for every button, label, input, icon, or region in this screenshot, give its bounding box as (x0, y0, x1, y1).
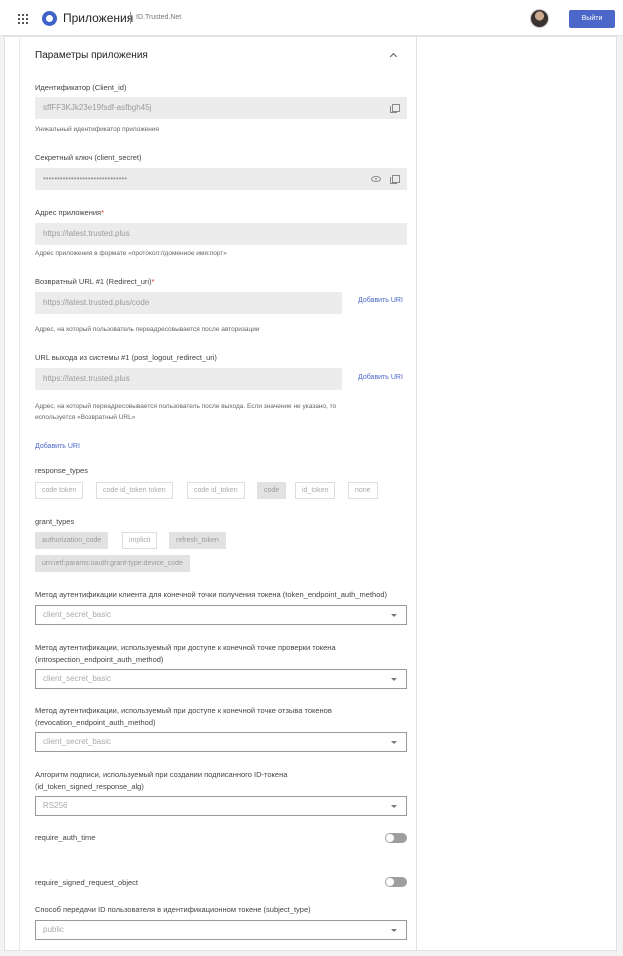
client-secret-field[interactable]: •••••••••••••••••••••••••••••• (35, 168, 407, 190)
logout-uri-hint: Адрес, на который переадресовывается пол… (35, 403, 337, 421)
logo-icon[interactable] (42, 11, 57, 26)
response-type-chip[interactable]: code token (35, 482, 84, 499)
select-value: public (43, 925, 64, 934)
introspection-auth-method-label-2: (introspection_endpoint_auth_method) (35, 655, 164, 664)
redirect-uri-hint: Адрес, на который пользователь переадрес… (35, 326, 260, 333)
response-type-chip-selected[interactable]: code (257, 482, 287, 499)
avatar[interactable] (530, 9, 549, 28)
eye-icon[interactable] (371, 176, 381, 182)
chevron-down-icon (391, 614, 397, 617)
column-divider (416, 36, 417, 951)
revocation-auth-method-select[interactable]: client_secret_basic (35, 732, 407, 752)
chevron-down-icon (391, 678, 397, 681)
copy-icon[interactable] (390, 175, 400, 184)
response-type-chip[interactable]: code id_token token (96, 482, 173, 499)
redirect-uri-label: Возвратный URL #1 (Redirect_uri)* (35, 277, 155, 286)
introspection-auth-method-label: Метод аутентификации, используемый при д… (35, 643, 336, 652)
response-type-chip[interactable]: code id_token (187, 482, 245, 499)
response-type-chip[interactable]: none (348, 482, 378, 499)
token-auth-method-label: Метод аутентификации клиента для конечно… (35, 590, 388, 599)
introspection-auth-method-select[interactable]: client_secret_basic (35, 669, 407, 689)
response-types-label: response_types (35, 466, 88, 475)
require-auth-time-toggle[interactable] (385, 833, 407, 843)
select-value: client_secret_basic (43, 674, 112, 683)
select-value: RS256 (43, 801, 68, 810)
copy-icon[interactable] (390, 104, 400, 113)
add-uri-link[interactable]: Добавить URI (35, 443, 80, 450)
redirect-uri-field[interactable]: https://latest.trusted.plus/code (35, 292, 342, 314)
grant-type-chip-selected[interactable]: urn:ietf:params:oauth:grant-type:device_… (35, 555, 190, 572)
chevron-down-icon (391, 741, 397, 744)
client-id-value: sffFF3KJk23e19fsdf-asfbgh45j (43, 103, 152, 112)
add-redirect-uri-link[interactable]: Добавить URI (358, 297, 403, 304)
apps-grid-icon[interactable] (18, 14, 28, 24)
client-secret-label: Секретный ключ (client_secret) (35, 153, 142, 162)
grant-type-chip-selected[interactable]: authorization_code (35, 532, 109, 549)
brand-name: ID.Trusted.Net (136, 14, 182, 21)
token-auth-method-select[interactable]: client_secret_basic (35, 605, 407, 625)
logout-uri-field[interactable]: https://latest.trusted.plus (35, 368, 342, 390)
require-signed-request-object-toggle[interactable] (385, 877, 407, 887)
client-id-hint: Уникальный идентификатор приложения (35, 126, 160, 133)
logout-button[interactable]: Выйти (569, 10, 615, 28)
grant-types-label: grant_types (35, 517, 75, 526)
grant-type-chip[interactable]: implicit (122, 532, 158, 549)
id-token-alg-label-2: (id_token_signed_response_alg) (35, 782, 144, 791)
logout-uri-label: URL выхода из системы #1 (post_logout_re… (35, 353, 217, 362)
section-title: Параметры приложения (35, 50, 148, 61)
revocation-auth-method-label: Метод аутентификации, используемый при д… (35, 706, 332, 715)
title-separator (130, 12, 131, 24)
app-url-hint: Адрес приложения в формате «протокол://д… (35, 250, 227, 257)
select-value: client_secret_basic (43, 610, 112, 619)
add-logout-uri-link[interactable]: Добавить URI (358, 374, 403, 381)
require-signed-request-object-label: require_signed_request_object (35, 878, 138, 887)
top-bar: Приложения ID.Trusted.Net Выйти (0, 0, 623, 36)
require-auth-time-label: require_auth_time (35, 833, 96, 842)
subject-type-label: Способ передачи ID пользователя в иденти… (35, 905, 311, 914)
app-url-label: Адрес приложения* (35, 208, 105, 217)
chevron-down-icon (391, 929, 397, 932)
chevron-down-icon (391, 805, 397, 808)
client-id-field[interactable]: sffFF3KJk23e19fsdf-asfbgh45j (35, 97, 407, 119)
id-token-alg-label: Алгоритм подписи, используемый при созда… (35, 770, 288, 779)
grant-type-chip-selected[interactable]: refresh_token (169, 532, 226, 549)
client-secret-value: •••••••••••••••••••••••••••••• (43, 174, 128, 183)
app-title: Приложения (63, 11, 134, 25)
subject-type-select[interactable]: public (35, 920, 407, 940)
app-url-field[interactable]: https://latest.trusted.plus (35, 223, 407, 245)
select-value: client_secret_basic (43, 737, 112, 746)
id-token-alg-select[interactable]: RS256 (35, 796, 407, 816)
response-type-chip[interactable]: id_token (295, 482, 336, 499)
client-id-label: Идентификатор (Client_id) (35, 83, 127, 92)
revocation-auth-method-label-2: (revocation_endpoint_auth_method) (35, 718, 156, 727)
